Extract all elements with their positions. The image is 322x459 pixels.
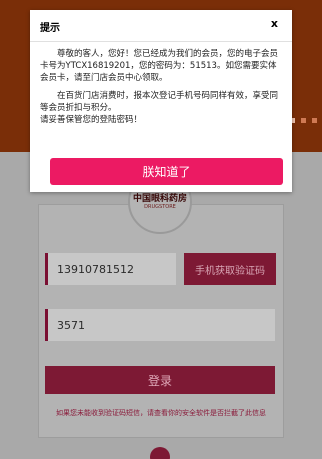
- dialog-paragraph-store-use: 在百货门店消费时，报本次登记手机号码同样有效，享受同等会员折扣与积分。: [40, 91, 279, 113]
- page: 中国眼科药房 DRUGSTORE 13910781512 手机获取验证码 357…: [0, 0, 322, 459]
- verification-code-input[interactable]: 3571: [45, 309, 275, 341]
- phone-input-value: 13910781512: [57, 262, 134, 276]
- sms-notice: 如果您未能收到验证码短信，请查看你的安全软件是否拦截了此信息: [56, 409, 266, 417]
- logo-text: 中国眼科药房: [132, 193, 187, 204]
- dialog-body: 尊敬的客人，您好！您已经成为我们的会员，您的电子会员卡号为YTCX1681920…: [40, 48, 280, 132]
- phone-input[interactable]: 13910781512: [45, 253, 176, 285]
- membership-dialog: 提示 x 尊敬的客人，您好！您已经成为我们的会员，您的电子会员卡号为YTCX16…: [30, 10, 292, 192]
- bottom-nav-icon[interactable]: [150, 447, 170, 459]
- logo-subtext: DRUGSTORE: [144, 203, 176, 210]
- carousel-dot[interactable]: [301, 118, 306, 123]
- acknowledge-button[interactable]: 朕知道了: [50, 158, 283, 185]
- login-button[interactable]: 登录: [45, 366, 275, 394]
- get-sms-code-button[interactable]: 手机获取验证码: [184, 253, 276, 285]
- dialog-title: 提示: [40, 23, 60, 34]
- close-icon[interactable]: x: [271, 17, 278, 30]
- code-input-value: 3571: [57, 318, 85, 332]
- dialog-paragraph-membership: 尊敬的客人，您好！您已经成为我们的会员，您的电子会员卡号为YTCX1681920…: [40, 49, 279, 83]
- dialog-divider: [30, 41, 292, 42]
- carousel-dots: [290, 118, 317, 123]
- carousel-dot[interactable]: [312, 118, 317, 123]
- dialog-paragraph-password-reminder: 请妥善保管您的登陆密码！: [40, 115, 143, 125]
